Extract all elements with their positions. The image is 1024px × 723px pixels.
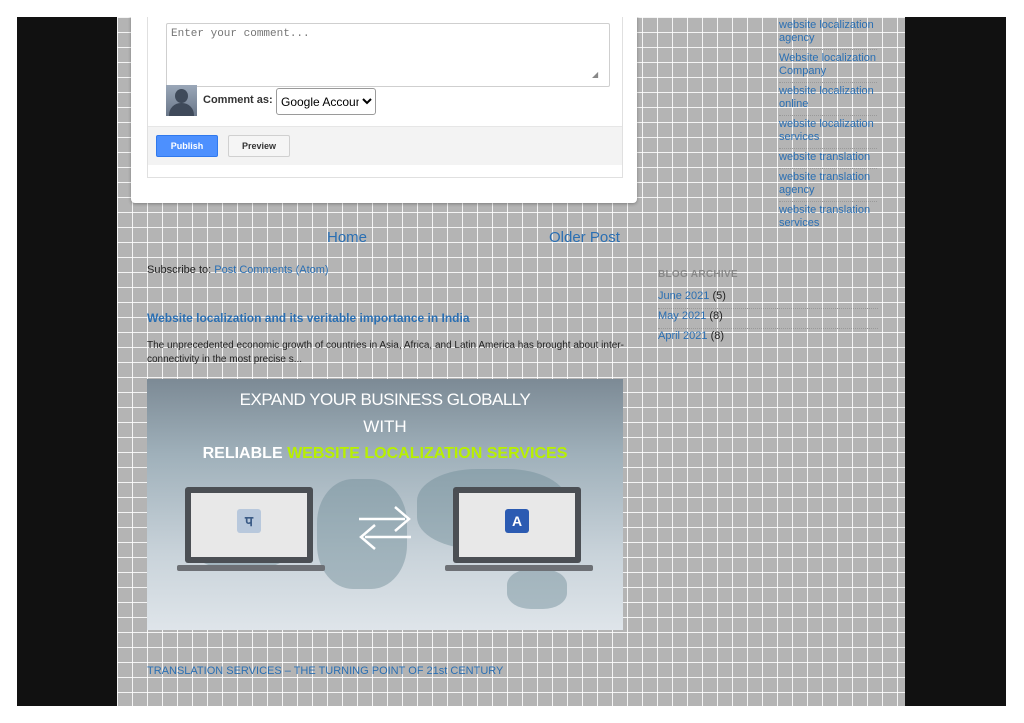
- latin-letter-tile: A: [505, 509, 529, 533]
- archive-count: (8): [710, 330, 725, 342]
- account-select[interactable]: Google Accoun: [276, 88, 376, 115]
- related-post-title[interactable]: Website localization and its veritable i…: [147, 311, 470, 325]
- banner-tagline-prefix: RELIABLE: [202, 445, 288, 462]
- laptop-right-icon: A: [445, 487, 593, 579]
- sidebar-label-item[interactable]: website translation agency: [779, 169, 877, 202]
- blog-page: ◢ Comment as: Google Accoun Publish Prev…: [117, 17, 905, 706]
- archive-count: (5): [712, 290, 726, 302]
- comment-form: ◢ Comment as: Google Accoun Publish Prev…: [147, 17, 623, 178]
- hindi-letter-tile: प: [237, 509, 261, 533]
- related-post-snippet: The unprecedented economic growth of cou…: [147, 340, 624, 365]
- sidebar-labels-list: website localization agency Website loca…: [779, 17, 877, 234]
- sidebar-label-item[interactable]: website localization agency: [779, 17, 877, 50]
- comment-as-label: Comment as:: [203, 94, 273, 106]
- translation-services-post-link[interactable]: TRANSLATION SERVICES – THE TURNING POINT…: [147, 665, 503, 677]
- subscribe-line: Subscribe to: Post Comments (Atom): [147, 264, 329, 276]
- archive-item: May 2021 (8): [658, 309, 878, 329]
- archive-month-link[interactable]: April 2021: [658, 330, 708, 342]
- archive-count: (8): [709, 310, 723, 322]
- comment-textarea[interactable]: [166, 23, 610, 87]
- resize-grip-icon[interactable]: ◢: [592, 71, 600, 79]
- archive-item: April 2021 (8): [658, 329, 878, 348]
- banner-with: WITH: [363, 417, 407, 436]
- comment-form-card: ◢ Comment as: Google Accoun Publish Prev…: [131, 17, 637, 203]
- archive-month-link[interactable]: May 2021: [658, 310, 706, 322]
- sidebar-label-item[interactable]: website localization services: [779, 116, 877, 149]
- blog-archive-list: June 2021 (5) May 2021 (8) April 2021 (8…: [658, 289, 878, 348]
- preview-button[interactable]: Preview: [228, 135, 290, 157]
- banner-tagline-highlight: WEBSITE LOCALIZATION SERVICES: [287, 445, 568, 462]
- older-post-link[interactable]: Older Post: [549, 229, 620, 246]
- home-link[interactable]: Home: [327, 229, 367, 246]
- sidebar-label-item[interactable]: Website localization Company: [779, 50, 877, 83]
- sidebar-label-item[interactable]: website translation: [779, 149, 877, 169]
- subscribe-atom-link[interactable]: Post Comments (Atom): [214, 264, 328, 276]
- sidebar-label-item[interactable]: website localization online: [779, 83, 877, 116]
- related-post-image[interactable]: EXPAND YOUR BUSINESS GLOBALLY WITH RELIA…: [147, 379, 623, 630]
- avatar: [166, 85, 197, 116]
- archive-month-link[interactable]: June 2021: [658, 290, 709, 302]
- archive-item: June 2021 (5): [658, 289, 878, 309]
- laptop-left-icon: प: [177, 487, 325, 579]
- browser-viewport: ◢ Comment as: Google Accoun Publish Prev…: [17, 17, 1006, 706]
- subscribe-prefix: Subscribe to:: [147, 264, 215, 276]
- publish-button[interactable]: Publish: [156, 135, 218, 157]
- sidebar-label-item[interactable]: website translation services: [779, 202, 877, 234]
- banner-tagline: RELIABLE WEBSITE LOCALIZATION SERVICES: [147, 445, 623, 463]
- banner-headline: EXPAND YOUR BUSINESS GLOBALLY: [239, 390, 531, 409]
- exchange-arrows-icon: [359, 506, 411, 550]
- comment-action-bar: Publish Preview: [148, 126, 622, 165]
- blog-archive-heading: BLOG ARCHIVE: [658, 269, 738, 280]
